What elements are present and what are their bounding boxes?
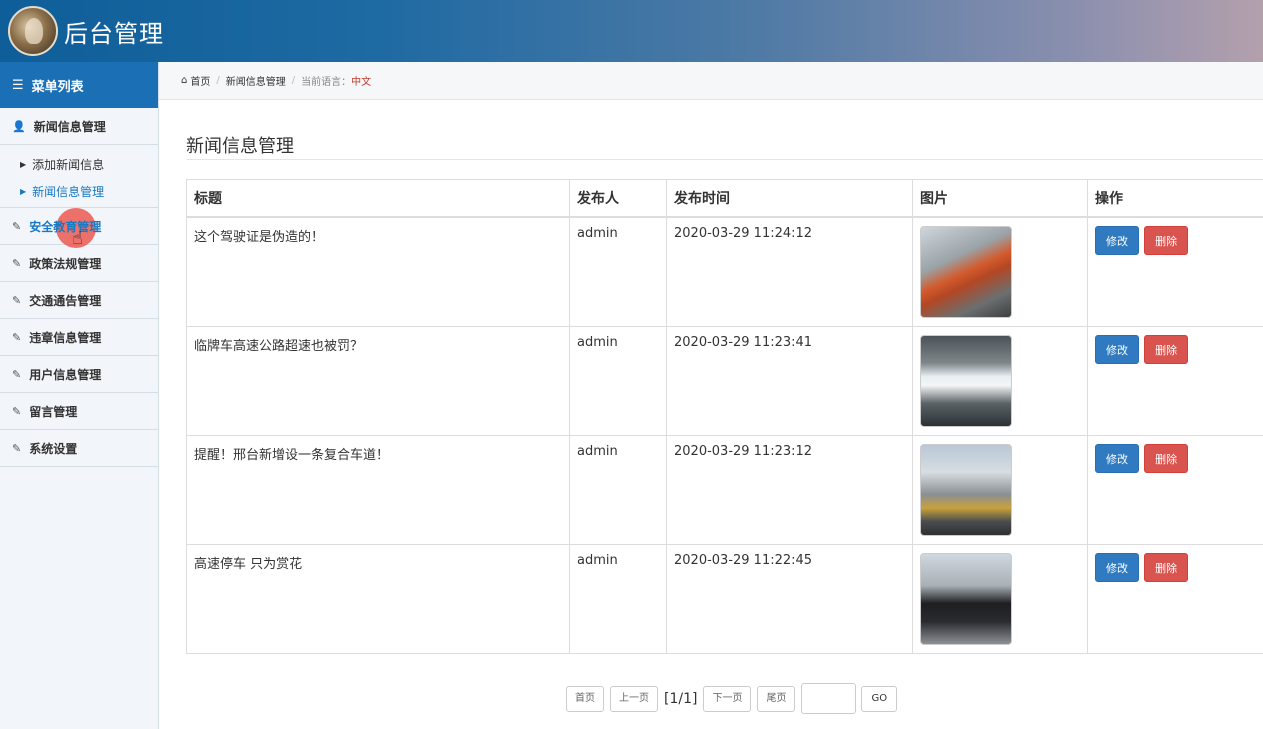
sidebar: ☰ 菜单列表 👤 新闻信息管理 ▶ 添加新闻信息 ▶ 新闻信息管理 ✎ 安全教育… <box>0 62 159 729</box>
cell-title: 这个驾驶证是伪造的！ <box>186 216 570 327</box>
table-row: 提醒！邢台新增设一条复合车道！ admin 2020-03-29 11:23:1… <box>186 435 1263 545</box>
cell-image <box>912 326 1088 436</box>
cell-title: 提醒！邢台新增设一条复合车道！ <box>186 435 570 545</box>
cell-actions: 修改 删除 <box>1087 326 1263 436</box>
news-table: 标题 发布人 发布时间 图片 操作 这个驾驶证是伪造的！ admin 2020-… <box>186 179 1263 654</box>
page-number-input[interactable] <box>801 683 857 714</box>
last-page-button[interactable]: 尾页 <box>757 685 796 712</box>
app-title: 后台管理 <box>64 20 164 48</box>
cell-title: 高速停车 只为赏花 <box>186 544 570 654</box>
cell-time: 2020-03-29 11:24:12 <box>666 216 913 327</box>
menu-header-label: 菜单列表 <box>31 79 84 95</box>
sidebar-item-label: 交通通告管理 <box>29 293 102 308</box>
column-header-title: 标题 <box>186 179 570 218</box>
edit-icon: ✎ <box>12 256 22 270</box>
page-title: 新闻信息管理 <box>186 136 294 157</box>
breadcrumb-home[interactable]: 首页 <box>190 73 210 88</box>
table-row: 这个驾驶证是伪造的！ admin 2020-03-29 11:24:12 修改 … <box>186 216 1263 327</box>
news-thumbnail <box>920 226 1012 318</box>
breadcrumb: ⌂ 首页 / 新闻信息管理 / 当前语言： 中文 <box>159 62 1263 100</box>
cell-time: 2020-03-29 11:23:41 <box>666 326 913 436</box>
cell-publisher: admin <box>569 435 667 545</box>
sidebar-item-users[interactable]: ✎ 用户信息管理 <box>0 356 158 393</box>
delete-button[interactable]: 删除 <box>1144 444 1189 473</box>
caret-right-icon: ▶ <box>20 187 27 196</box>
cell-actions: 修改 删除 <box>1087 216 1263 327</box>
cell-publisher: admin <box>569 216 667 327</box>
delete-button[interactable]: 删除 <box>1144 553 1189 582</box>
table-row: 高速停车 只为赏花 admin 2020-03-29 11:22:45 修改 删… <box>186 544 1263 654</box>
cell-image <box>912 216 1088 327</box>
edit-button[interactable]: 修改 <box>1095 444 1139 473</box>
cell-actions: 修改 删除 <box>1087 435 1263 545</box>
title-divider <box>186 159 1263 160</box>
sidebar-item-label: 留言管理 <box>29 404 78 419</box>
column-header-time: 发布时间 <box>666 179 913 218</box>
edit-button[interactable]: 修改 <box>1095 335 1139 364</box>
edit-icon: ✎ <box>12 293 22 307</box>
go-button[interactable]: GO <box>861 685 898 712</box>
top-header: 后台管理 <box>0 0 1263 62</box>
table-header-row: 标题 发布人 发布时间 图片 操作 <box>186 179 1263 218</box>
sidebar-item-label: 新闻信息管理 <box>32 185 105 199</box>
sidebar-submenu: ▶ 添加新闻信息 ▶ 新闻信息管理 <box>0 145 158 208</box>
cell-time: 2020-03-29 11:23:12 <box>666 435 913 545</box>
sidebar-item-policy[interactable]: ✎ 政策法规管理 <box>0 245 158 282</box>
column-header-publisher: 发布人 <box>569 179 667 218</box>
sidebar-item-violation[interactable]: ✎ 违章信息管理 <box>0 319 158 356</box>
sidebar-group-label: 新闻信息管理 <box>33 119 106 134</box>
next-page-button[interactable]: 下一页 <box>703 685 752 712</box>
table-row: 临牌车高速公路超速也被罚？ admin 2020-03-29 11:23:41 … <box>186 326 1263 436</box>
caret-right-icon: ▶ <box>20 160 27 169</box>
sidebar-item-manage-news[interactable]: ▶ 新闻信息管理 <box>0 178 158 205</box>
sidebar-item-settings[interactable]: ✎ 系统设置 <box>0 430 158 467</box>
breadcrumb-lang-label: 当前语言： <box>301 77 352 88</box>
user-icon: 👤 <box>12 119 26 133</box>
sidebar-item-add-news[interactable]: ▶ 添加新闻信息 <box>0 151 158 178</box>
cell-image <box>912 544 1088 654</box>
news-thumbnail <box>920 335 1012 427</box>
edit-icon: ✎ <box>12 330 22 344</box>
edit-button[interactable]: 修改 <box>1095 553 1139 582</box>
sidebar-item-label: 违章信息管理 <box>29 330 102 345</box>
edit-button[interactable]: 修改 <box>1095 226 1139 255</box>
cell-image <box>912 435 1088 545</box>
edit-icon: ✎ <box>12 441 22 455</box>
breadcrumb-section[interactable]: 新闻信息管理 <box>226 73 286 88</box>
sidebar-item-label: 用户信息管理 <box>29 367 102 382</box>
news-thumbnail <box>920 553 1012 645</box>
edit-icon: ✎ <box>12 404 22 418</box>
menu-header: ☰ 菜单列表 <box>0 62 158 108</box>
cell-time: 2020-03-29 11:22:45 <box>666 544 913 654</box>
cell-publisher: admin <box>569 544 667 654</box>
sidebar-item-label: 安全教育管理 <box>29 219 102 234</box>
cell-publisher: admin <box>569 326 667 436</box>
page-info: [1/1] <box>664 690 698 707</box>
home-icon: ⌂ <box>181 75 188 86</box>
column-header-actions: 操作 <box>1087 179 1263 218</box>
cell-actions: 修改 删除 <box>1087 544 1263 654</box>
list-icon: ☰ <box>12 77 24 93</box>
cell-title: 临牌车高速公路超速也被罚？ <box>186 326 570 436</box>
sidebar-item-traffic-notice[interactable]: ✎ 交通通告管理 <box>0 282 158 319</box>
column-header-image: 图片 <box>912 179 1088 218</box>
delete-button[interactable]: 删除 <box>1144 226 1189 255</box>
sidebar-item-safety-education[interactable]: ✎ 安全教育管理 ☝ <box>0 208 158 249</box>
breadcrumb-separator: / <box>216 75 220 86</box>
avatar <box>8 6 58 56</box>
news-thumbnail <box>920 444 1012 536</box>
sidebar-item-label: 系统设置 <box>29 441 78 456</box>
pagination: 首页 上一页 [1/1] 下一页 尾页 GO <box>566 683 898 714</box>
edit-icon: ✎ <box>12 367 22 381</box>
sidebar-group-news[interactable]: 👤 新闻信息管理 <box>0 108 158 145</box>
breadcrumb-separator: / <box>291 75 296 86</box>
sidebar-item-messages[interactable]: ✎ 留言管理 <box>0 393 158 430</box>
breadcrumb-lang-value: 中文 <box>351 77 372 88</box>
delete-button[interactable]: 删除 <box>1144 335 1189 364</box>
sidebar-item-label: 政策法规管理 <box>29 256 102 271</box>
sidebar-item-label: 添加新闻信息 <box>32 158 105 172</box>
edit-icon: ✎ <box>12 219 22 233</box>
first-page-button[interactable]: 首页 <box>566 685 604 712</box>
prev-page-button[interactable]: 上一页 <box>610 685 658 712</box>
